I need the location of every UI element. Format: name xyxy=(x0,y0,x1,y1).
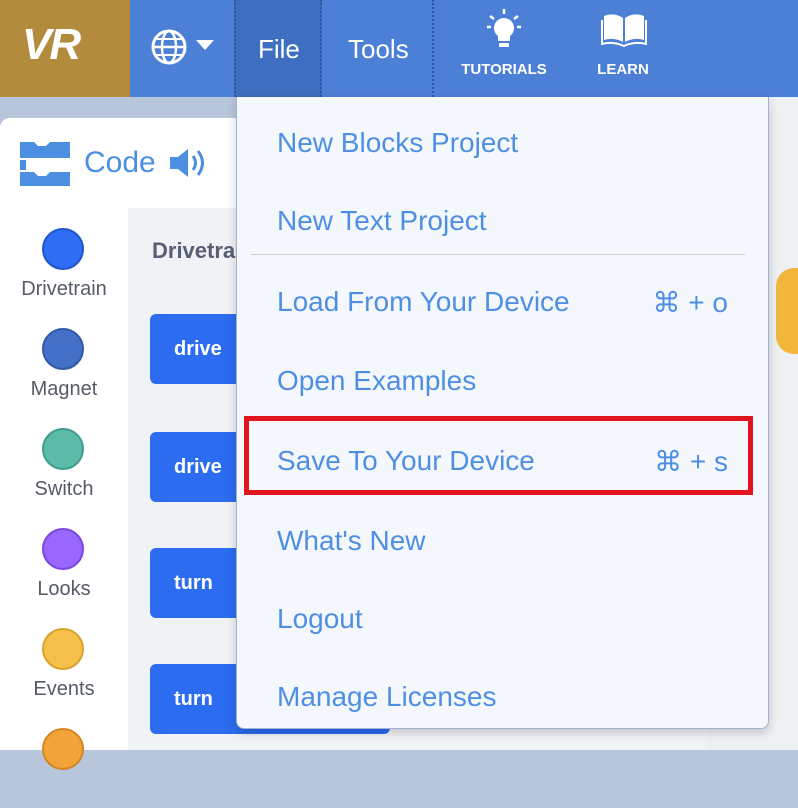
events-color-dot xyxy=(42,628,84,670)
events-block-stub[interactable] xyxy=(776,268,798,354)
lightbulb-icon xyxy=(487,9,521,47)
code-tab-label: Code xyxy=(84,146,156,179)
menu-item-open-examples[interactable]: Open Examples xyxy=(237,341,768,415)
vr-logo[interactable]: VR xyxy=(0,0,130,97)
tutorials-button[interactable]: TUTORIALS xyxy=(452,0,556,97)
chevron-down-icon xyxy=(196,40,214,50)
block-keyword: turn xyxy=(174,572,213,594)
tutorials-label: TUTORIALS xyxy=(461,61,547,78)
category-events[interactable]: Events xyxy=(0,608,128,708)
magnet-color-dot xyxy=(42,328,84,370)
learn-button[interactable]: LEARN xyxy=(582,0,664,97)
speaker-icon[interactable] xyxy=(168,146,208,180)
category-list: Drivetrain Magnet Switch Looks Events xyxy=(0,208,128,770)
category-label: Drivetrain xyxy=(21,278,107,300)
learn-label: LEARN xyxy=(597,61,649,78)
file-menu-button[interactable]: File xyxy=(234,0,322,97)
category-label: Switch xyxy=(34,478,94,500)
menu-item-manage-licenses[interactable]: Manage Licenses xyxy=(237,657,768,731)
menu-item-new-text-project[interactable]: New Text Project xyxy=(237,181,768,255)
control-color-dot xyxy=(42,728,84,770)
blocks-icon xyxy=(20,142,70,186)
highlight-box xyxy=(244,416,753,495)
category-looks[interactable]: Looks xyxy=(0,508,128,608)
category-label: Events xyxy=(33,678,95,700)
block-keyword: drive xyxy=(174,338,222,360)
menu-item-logout[interactable]: Logout xyxy=(237,579,768,653)
tools-menu-button[interactable]: Tools xyxy=(322,0,434,97)
code-tab[interactable]: Code xyxy=(0,118,254,208)
globe-icon xyxy=(151,29,187,65)
menu-item-new-blocks-project[interactable]: New Blocks Project xyxy=(237,103,768,177)
category-switch[interactable]: Switch xyxy=(0,408,128,508)
block-keyword: turn xyxy=(174,688,213,710)
block-keyword: drive xyxy=(174,456,222,478)
file-dropdown-menu: New Blocks Project New Text Project Load… xyxy=(236,97,769,729)
looks-color-dot xyxy=(42,528,84,570)
category-control[interactable] xyxy=(0,708,128,808)
menu-item-whats-new[interactable]: What's New xyxy=(237,501,768,575)
menu-separator xyxy=(251,254,745,255)
drivetrain-color-dot xyxy=(42,228,84,270)
category-magnet[interactable]: Magnet xyxy=(0,308,128,408)
category-label: Magnet xyxy=(30,378,98,400)
category-drivetrain[interactable]: Drivetrain xyxy=(0,208,128,308)
shortcut-label: ⌘ + o xyxy=(652,287,728,318)
book-icon xyxy=(601,14,647,48)
switch-color-dot xyxy=(42,428,84,470)
language-button[interactable] xyxy=(150,26,220,70)
category-label: Looks xyxy=(37,578,91,600)
menu-item-load-from-device[interactable]: Load From Your Device ⌘ + o xyxy=(237,262,768,336)
menu-bar: VR File Tools TUTORIALS LEARN xyxy=(0,0,798,97)
